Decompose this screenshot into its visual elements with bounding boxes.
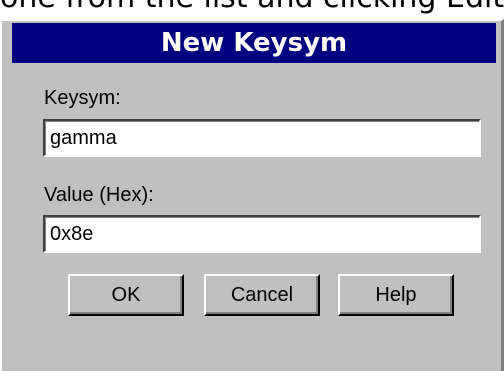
cancel-button[interactable]: Cancel	[204, 274, 320, 316]
value-hex-label: Value (Hex):	[44, 184, 154, 206]
keysym-label: Keysym:	[44, 87, 121, 109]
new-keysym-dialog: New Keysym Keysym: Value (Hex): OK Cance…	[0, 19, 504, 371]
value-hex-input[interactable]	[43, 215, 481, 253]
background-document-text: one from the list and clicking Edit or	[0, 0, 504, 18]
keysym-input[interactable]	[43, 119, 481, 157]
ok-button[interactable]: OK	[68, 274, 184, 316]
help-button[interactable]: Help	[338, 274, 454, 316]
dialog-title: New Keysym	[160, 28, 348, 58]
dialog-title-bar[interactable]: New Keysym	[12, 23, 496, 63]
